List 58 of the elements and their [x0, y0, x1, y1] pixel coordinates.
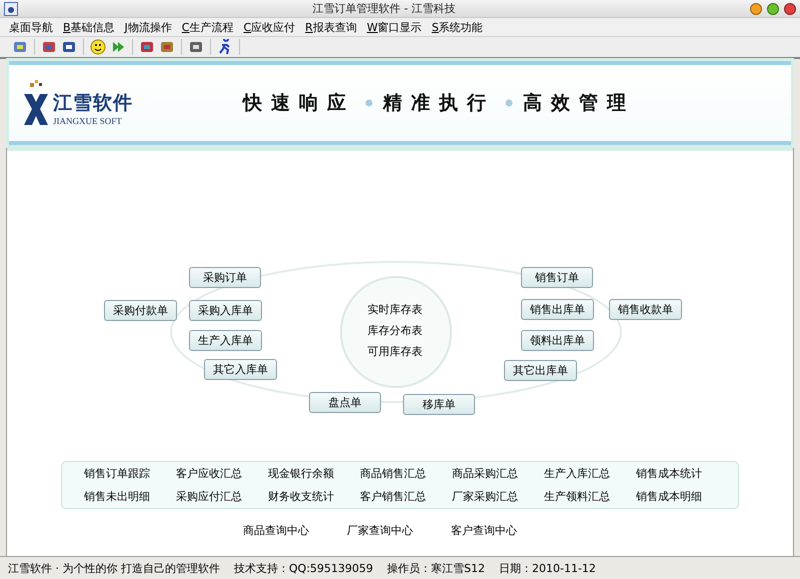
- window-title: 江雪订单管理软件 - 江雪科技: [312, 1, 456, 16]
- report-link[interactable]: 可用库存表: [368, 344, 422, 359]
- flow-node-button[interactable]: 销售订单: [521, 267, 593, 288]
- report-link[interactable]: 销售订单跟踪: [84, 466, 176, 481]
- report-link[interactable]: 商品采购汇总: [452, 466, 544, 481]
- report-link[interactable]: 财务收支统计: [268, 489, 360, 504]
- maximize-button[interactable]: [767, 2, 779, 14]
- report-link[interactable]: 库存分布表: [368, 323, 422, 338]
- slogan-text: 高效管理: [523, 91, 635, 116]
- report-link[interactable]: 商品销售汇总: [360, 466, 452, 481]
- close-button[interactable]: [784, 2, 796, 14]
- flow-node-button[interactable]: 采购订单: [189, 267, 261, 288]
- report-link[interactable]: 采购应付汇总: [176, 489, 268, 504]
- menu-item[interactable]: B基础信息: [58, 20, 120, 34]
- flow-node-button[interactable]: 采购入库单: [189, 300, 262, 321]
- logo-subtitle: JIANGXUE SOFT: [53, 116, 123, 126]
- report-link[interactable]: 销售未出明细: [84, 489, 176, 504]
- menu-item[interactable]: W窗口显示: [362, 20, 427, 34]
- menu-item[interactable]: J物流操作: [120, 20, 177, 34]
- report-link[interactable]: 销售成本统计: [636, 466, 728, 481]
- menu-item[interactable]: C应收应付: [238, 20, 300, 34]
- flow-node-button[interactable]: 采购付款单: [104, 300, 177, 321]
- flow-node-button[interactable]: 销售出库单: [521, 299, 594, 320]
- slogan-text: 精准执行: [383, 91, 495, 116]
- logo-icon: [23, 80, 49, 126]
- flow-node-button[interactable]: 其它出库单: [504, 360, 577, 381]
- app-icon: [4, 2, 18, 16]
- dot-icon: [505, 99, 513, 107]
- flow-node-button[interactable]: 销售收款单: [609, 299, 682, 320]
- flow-node-button[interactable]: 领料出库单: [521, 330, 594, 351]
- menu-item[interactable]: 桌面导航: [4, 20, 58, 34]
- report-link[interactable]: 厂家采购汇总: [452, 489, 544, 504]
- report-link[interactable]: 现金银行余额: [268, 466, 360, 481]
- status-text: 江雪软件 · 为个性的你 打造自己的管理软件: [8, 560, 220, 576]
- report-link[interactable]: 客户应收汇总: [176, 466, 268, 481]
- report-link[interactable]: 客户销售汇总: [360, 489, 452, 504]
- report-link[interactable]: 实时库存表: [368, 302, 422, 317]
- report-link[interactable]: 生产入库汇总: [544, 466, 636, 481]
- report-link[interactable]: 销售成本明细: [636, 489, 728, 504]
- flow-node-button[interactable]: 其它入库单: [204, 359, 277, 380]
- dot-icon: [365, 99, 373, 107]
- smiley-icon[interactable]: [90, 39, 106, 55]
- logo-text: 江雪软件: [53, 91, 133, 116]
- flow-node-button[interactable]: 移库单: [403, 394, 475, 415]
- query-center-link[interactable]: 客户查询中心: [451, 523, 517, 538]
- flow-node-button[interactable]: 盘点单: [309, 392, 381, 413]
- status-text: 日期：2010-11-12: [499, 560, 596, 576]
- menu-item[interactable]: R报表查询: [300, 20, 362, 34]
- query-center-link[interactable]: 商品查询中心: [243, 523, 309, 538]
- menu-item[interactable]: C生产流程: [176, 20, 238, 34]
- minimize-button[interactable]: [750, 2, 762, 14]
- query-center-link[interactable]: 厂家查询中心: [347, 523, 413, 538]
- status-text: 技术支持：QQ:595139059: [234, 560, 374, 576]
- report-link[interactable]: 生产领料汇总: [544, 489, 636, 504]
- flow-node-button[interactable]: 生产入库单: [189, 330, 262, 351]
- status-text: 操作员：寒江雪S12: [387, 560, 485, 576]
- menu-item[interactable]: S系统功能: [426, 20, 488, 34]
- slogan-text: 快速响应: [243, 91, 355, 116]
